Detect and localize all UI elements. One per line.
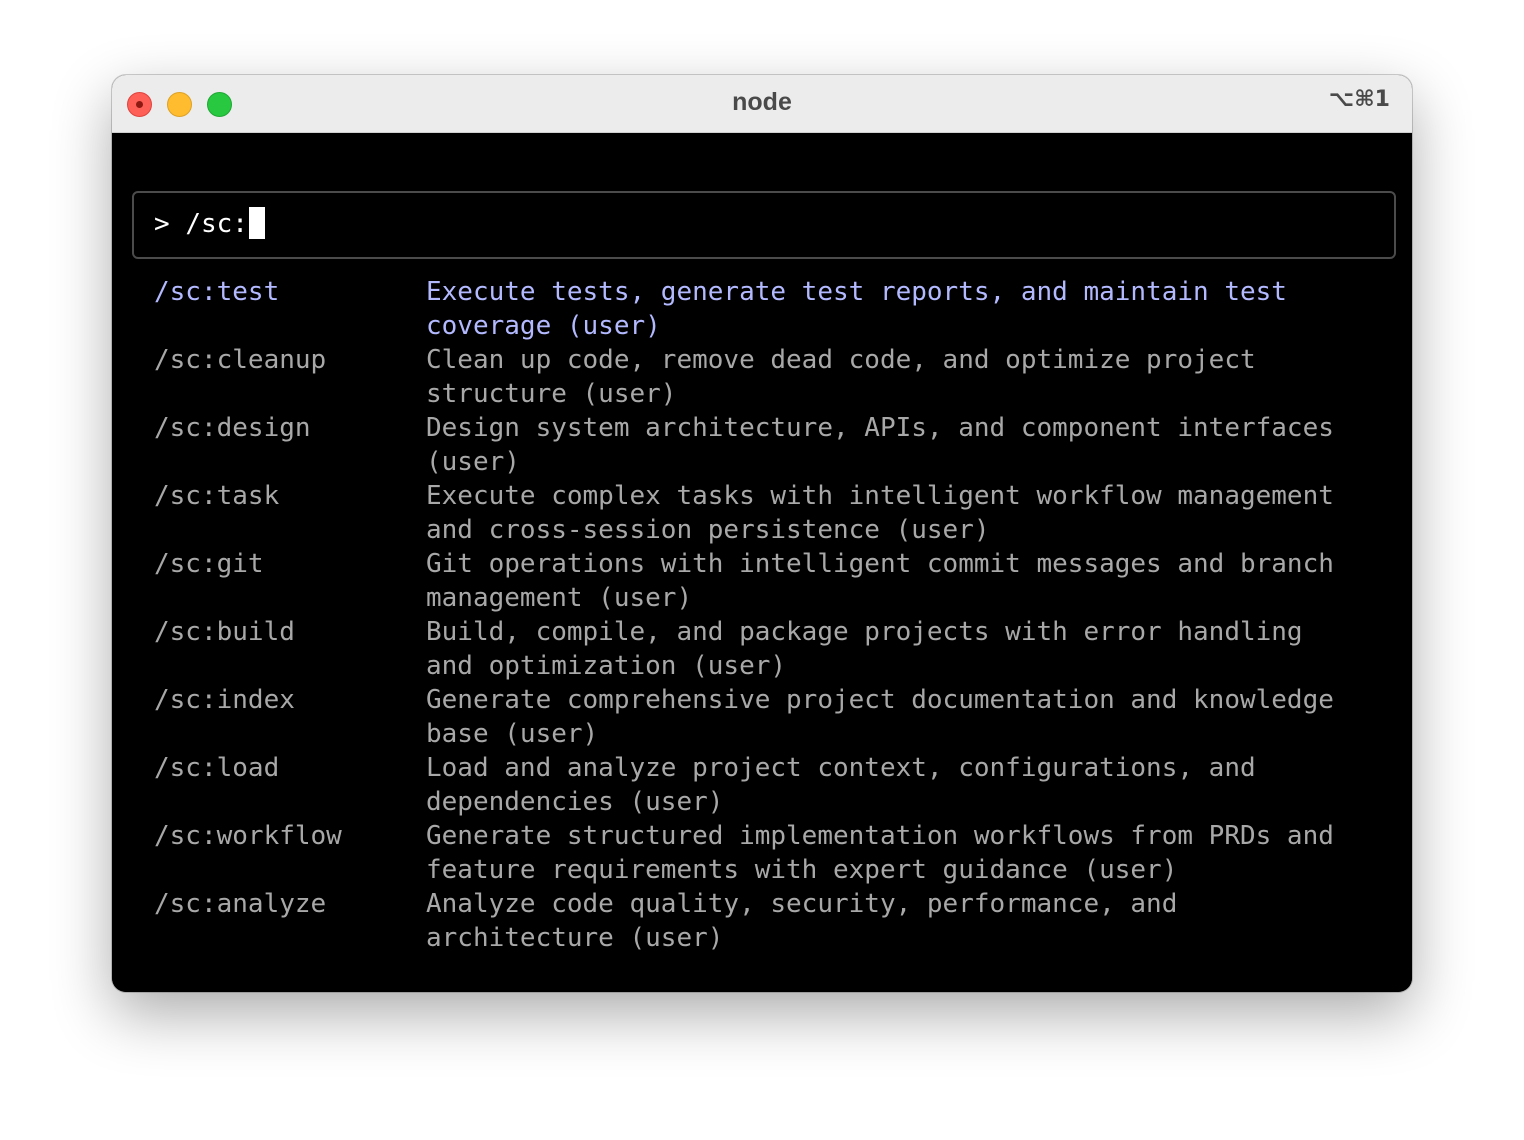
command-suggestion-list: /sc:test Execute tests, generate test rep… <box>154 275 1394 955</box>
command-suggestion[interactable]: /sc:design Design system architecture, AP… <box>154 411 1394 479</box>
command-name: /sc:workflow <box>154 821 342 851</box>
command-suggestion[interactable]: /sc:build Build, compile, and package pro… <box>154 615 1394 683</box>
command-description: Load and analyze project context, config… <box>426 751 1366 819</box>
command-suggestion[interactable]: /sc:load Load and analyze project context… <box>154 751 1394 819</box>
command-description: Git operations with intelligent commit m… <box>426 547 1366 615</box>
command-description-line: Analyze code quality, security, performa… <box>426 889 1178 919</box>
command-description-line: management (user) <box>426 583 693 613</box>
command-description-line: architecture (user) <box>426 923 724 953</box>
command-name: /sc:analyze <box>154 889 327 919</box>
command-description-line: Clean up code, remove dead code, and opt… <box>426 345 1256 375</box>
command-suggestion[interactable]: /sc:cleanup Clean up code, remove dead co… <box>154 343 1394 411</box>
terminal-content[interactable]: > /sc: /sc:test Execute tests, generate t… <box>112 134 1412 992</box>
command-suggestion[interactable]: /sc:workflow Generate structured implemen… <box>154 819 1394 887</box>
command-description-line: Load and analyze project context, config… <box>426 753 1256 783</box>
title-bar: node ⌥⌘1 <box>112 75 1412 133</box>
command-description: Analyze code quality, security, performa… <box>426 887 1366 955</box>
command-description-line: Design system architecture, APIs, and co… <box>426 413 1334 443</box>
command-description-line: Git operations with intelligent commit m… <box>426 549 1334 579</box>
command-description-line: structure (user) <box>426 379 677 409</box>
command-description-line: Execute complex tasks with intelligent w… <box>426 481 1334 511</box>
command-description-line: dependencies (user) <box>426 787 724 817</box>
command-suggestion[interactable]: /sc:analyze Analyze code quality, securit… <box>154 887 1394 955</box>
command-description-line: Generate structured implementation workf… <box>426 821 1334 851</box>
command-description: Clean up code, remove dead code, and opt… <box>426 343 1366 411</box>
command-name: /sc:index <box>154 685 295 715</box>
command-name: /sc:git <box>154 549 264 579</box>
command-name: /sc:build <box>154 617 295 647</box>
command-name: /sc:test <box>154 277 280 307</box>
command-input-value[interactable]: /sc: <box>185 209 248 239</box>
command-description-line: Build, compile, and package projects wit… <box>426 617 1303 647</box>
command-description-line: Generate comprehensive project documenta… <box>426 685 1334 715</box>
command-description-line: Execute tests, generate test reports, an… <box>426 277 1287 307</box>
command-description: Build, compile, and package projects wit… <box>426 615 1366 683</box>
command-description: Generate comprehensive project documenta… <box>426 683 1366 751</box>
command-description-line: and optimization (user) <box>426 651 787 681</box>
window-title: node <box>732 88 792 116</box>
command-description-line: feature requirements with expert guidanc… <box>426 855 1178 885</box>
command-name: /sc:task <box>154 481 280 511</box>
terminal-window: node ⌥⌘1 > /sc: /sc:test Execute tests, g… <box>112 75 1412 992</box>
tab-shortcut-label: ⌥⌘1 <box>1328 87 1390 112</box>
command-description: Design system architecture, APIs, and co… <box>426 411 1366 479</box>
command-suggestion[interactable]: /sc:git Git operations with intelligent c… <box>154 547 1394 615</box>
command-description: Execute tests, generate test reports, an… <box>426 275 1366 343</box>
command-description: Generate structured implementation workf… <box>426 819 1366 887</box>
command-name: /sc:cleanup <box>154 345 327 375</box>
command-suggestion[interactable]: /sc:task Execute complex tasks with intel… <box>154 479 1394 547</box>
prompt-symbol: > <box>154 209 170 239</box>
command-description-line: coverage (user) <box>426 311 661 341</box>
command-description-line: base (user) <box>426 719 599 749</box>
command-input-box[interactable]: > /sc: <box>132 191 1396 259</box>
command-suggestion[interactable]: /sc:index Generate comprehensive project … <box>154 683 1394 751</box>
command-description-line: (user) <box>426 447 520 477</box>
command-description: Execute complex tasks with intelligent w… <box>426 479 1366 547</box>
command-prompt[interactable]: > /sc: <box>154 207 265 241</box>
command-description-line: and cross-session persistence (user) <box>426 515 990 545</box>
command-suggestion-selected[interactable]: /sc:test Execute tests, generate test rep… <box>154 275 1394 343</box>
text-cursor <box>248 207 265 239</box>
command-name: /sc:design <box>154 413 311 443</box>
command-name: /sc:load <box>154 753 280 783</box>
